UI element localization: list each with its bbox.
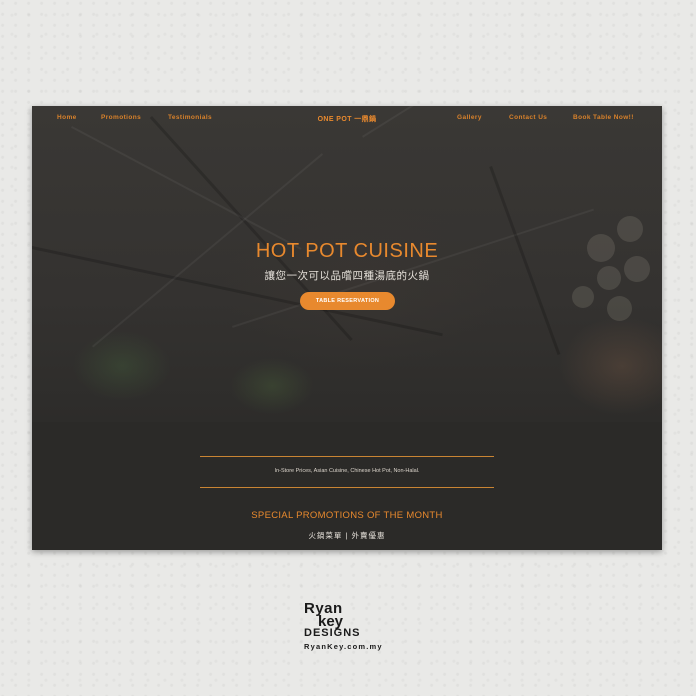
website-mockup: Home Promotions Testimonials ONE POT 一鼎鍋… [32, 106, 662, 550]
brand-logo[interactable]: ONE POT 一鼎鍋 [317, 114, 377, 124]
top-nav: Home Promotions Testimonials ONE POT 一鼎鍋… [32, 114, 662, 130]
hero-section: Home Promotions Testimonials ONE POT 一鼎鍋… [32, 106, 662, 422]
divider-bottom [200, 487, 494, 488]
watermark-url: RyanKey.com.my [304, 642, 383, 651]
watermark-line3: DESIGNS [304, 627, 361, 639]
nav-book-table[interactable]: Book Table Now!! [573, 114, 634, 121]
paper-crease [71, 126, 302, 250]
hero-title: HOT POT CUISINE [255, 240, 439, 262]
promotions-title: SPECIAL PROMOTIONS OF THE MONTH [251, 510, 443, 521]
food-ball [607, 296, 632, 321]
hero-subtitle: 讓您一次可以品嚐四種湯底的火鍋 [264, 270, 430, 282]
nav-gallery[interactable]: Gallery [457, 114, 482, 121]
designer-watermark: Ryan key DESIGNS RyanKey.com.my [304, 601, 394, 651]
nav-home[interactable]: Home [57, 114, 77, 121]
food-ball [617, 216, 643, 242]
nav-contact-us[interactable]: Contact Us [509, 114, 547, 121]
cuisine-tags: In-Store Prices, Asian Cuisine, Chinese … [274, 468, 420, 474]
nav-promotions[interactable]: Promotions [101, 114, 141, 121]
promotions-subtitle: 火鍋菜單 | 外賣優惠 [308, 531, 386, 540]
table-reservation-button[interactable]: TABLE RESERVATION [300, 292, 395, 310]
divider-top [200, 456, 494, 457]
food-ball [572, 286, 594, 308]
nav-testimonials[interactable]: Testimonials [168, 114, 212, 121]
